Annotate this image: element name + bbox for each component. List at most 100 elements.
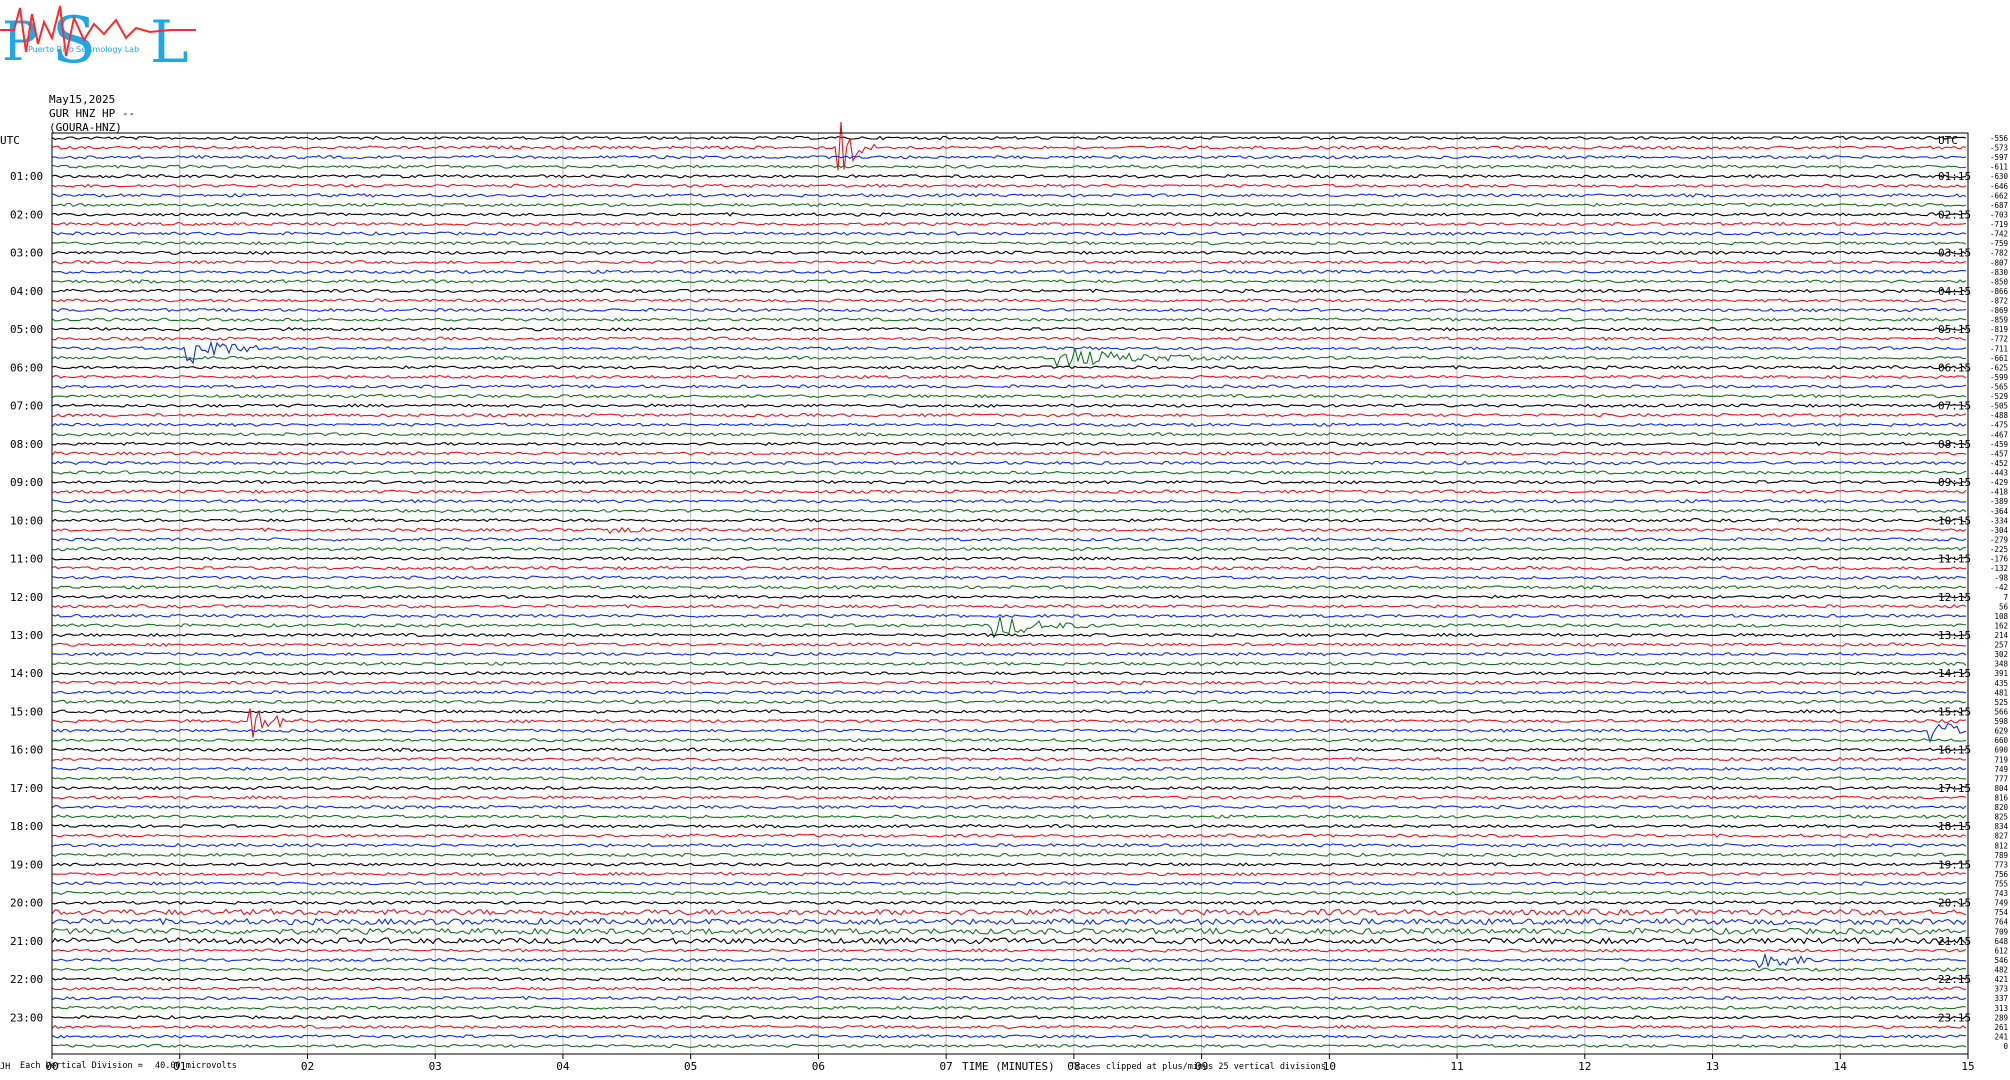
trace-line: [51, 231, 1967, 236]
left-hour-label: 06:00: [10, 361, 43, 374]
right-trace-value: -389: [1990, 497, 2008, 506]
trace-line: [51, 881, 1967, 886]
right-trace-value: 820: [1994, 803, 2008, 812]
left-hour-label: 23:00: [10, 1011, 43, 1024]
trace-line: [51, 1034, 1967, 1039]
right-hour-label: 01:15: [1938, 170, 1971, 183]
trace-line: [51, 594, 1967, 599]
trace-line: [51, 451, 1967, 456]
trace-line: [51, 221, 1967, 227]
right-trace-value: 789: [1994, 851, 2008, 860]
trace-line: [51, 603, 1967, 609]
left-utc-title: UTC: [0, 134, 20, 147]
trace-line: [51, 422, 1967, 428]
left-hour-label: 21:00: [10, 935, 43, 948]
right-trace-value: 302: [1994, 650, 2008, 659]
left-hour-label: 09:00: [10, 476, 43, 489]
right-trace-value: -850: [1990, 277, 2009, 286]
trace-line: [51, 240, 1967, 246]
trace-line: [51, 814, 1967, 819]
trace-line: [51, 986, 1967, 991]
right-trace-value: -505: [1990, 402, 2008, 411]
trace-line: [51, 526, 1967, 535]
right-trace-value: -759: [1990, 239, 2008, 248]
left-hour-label: 13:00: [10, 629, 43, 642]
right-trace-value: 337: [1994, 994, 2008, 1003]
right-trace-value: 373: [1994, 985, 2008, 994]
left-hour-label: 01:00: [10, 170, 43, 183]
left-hour-label: 08:00: [10, 438, 43, 451]
right-trace-value: -819: [1990, 325, 2008, 334]
right-trace-value: 754: [1994, 908, 2008, 917]
right-trace-value: -661: [1990, 354, 2008, 363]
trace-line: [51, 384, 1967, 389]
left-hour-label: 20:00: [10, 897, 43, 910]
trace-line: [51, 584, 1967, 590]
trace-line: [51, 890, 1967, 896]
right-trace-value: 749: [1994, 899, 2008, 908]
trace-line: [51, 173, 1967, 179]
trace-line: [51, 995, 1967, 1001]
left-hour-label: 07:00: [10, 400, 43, 413]
right-trace-value: 749: [1994, 765, 2008, 774]
right-trace-value: 756: [1994, 870, 2008, 879]
left-hour-label: 22:00: [10, 973, 43, 986]
right-trace-value: -597: [1990, 153, 2008, 162]
right-trace-value: -364: [1990, 507, 2009, 516]
trace-line: [52, 537, 1967, 542]
right-trace-value: -599: [1990, 373, 2008, 382]
trace-line: [51, 766, 1967, 772]
left-hour-label: 17:00: [10, 782, 43, 795]
trace-line: [51, 212, 1967, 217]
x-tick-label: 13: [1706, 1060, 1719, 1073]
trace-line: [51, 747, 1967, 753]
left-hour-label: 04:00: [10, 285, 43, 298]
right-trace-value: -830: [1990, 268, 2009, 277]
trace-line: [51, 546, 1967, 552]
right-trace-value: 629: [1994, 727, 2008, 736]
right-trace-value: -573: [1990, 144, 2008, 153]
right-trace-value: 719: [1994, 755, 2008, 764]
trace-line: [51, 952, 1967, 969]
left-hour-label: 10:00: [10, 514, 43, 527]
trace-line: [51, 565, 1967, 571]
left-hour-label: 18:00: [10, 820, 43, 833]
trace-line: [51, 374, 1967, 380]
trace-line: [51, 135, 1967, 141]
x-tick-label: 07: [940, 1060, 953, 1073]
trace-line: [51, 976, 1967, 982]
right-trace-value: 481: [1994, 688, 2008, 697]
right-trace-value: -711: [1990, 344, 2008, 353]
right-trace-value: -866: [1990, 287, 2009, 296]
right-trace-value: -662: [1990, 191, 2008, 200]
trace-line: [51, 1005, 1967, 1010]
right-trace-value: 755: [1994, 880, 2008, 889]
right-trace-value: 827: [1994, 832, 2008, 841]
scale-value: 40.00 microvolts: [155, 1061, 237, 1071]
right-trace-value: -304: [1990, 526, 2009, 535]
right-trace-value: -443: [1990, 469, 2008, 478]
trace-line: [51, 722, 1967, 744]
right-hour-label: 22:15: [1938, 973, 1971, 986]
trace-line: [51, 154, 1967, 160]
trace-line: [51, 307, 1967, 313]
trace-line: [52, 709, 1967, 714]
trace-line: [51, 708, 1967, 738]
right-trace-value: -872: [1990, 296, 2008, 305]
trace-line: [51, 317, 1967, 322]
plot-frame: [51, 132, 1969, 1055]
right-hour-label: 13:15: [1938, 629, 1971, 642]
trace-line: [51, 900, 1967, 906]
right-trace-value: 482: [1994, 966, 2008, 975]
trace-line: [51, 680, 1967, 686]
right-hour-label: 14:15: [1938, 667, 1971, 680]
right-trace-value: 56: [1999, 602, 2009, 611]
right-trace-value: 391: [1994, 669, 2008, 678]
right-hour-label: 05:15: [1938, 323, 1971, 336]
trace-line: [51, 269, 1967, 275]
trace-line: [52, 202, 1967, 207]
right-trace-value: 566: [1994, 707, 2008, 716]
x-tick-label: 05: [684, 1060, 697, 1073]
trace-line: [51, 632, 1967, 638]
right-trace-value: -687: [1990, 201, 2008, 210]
